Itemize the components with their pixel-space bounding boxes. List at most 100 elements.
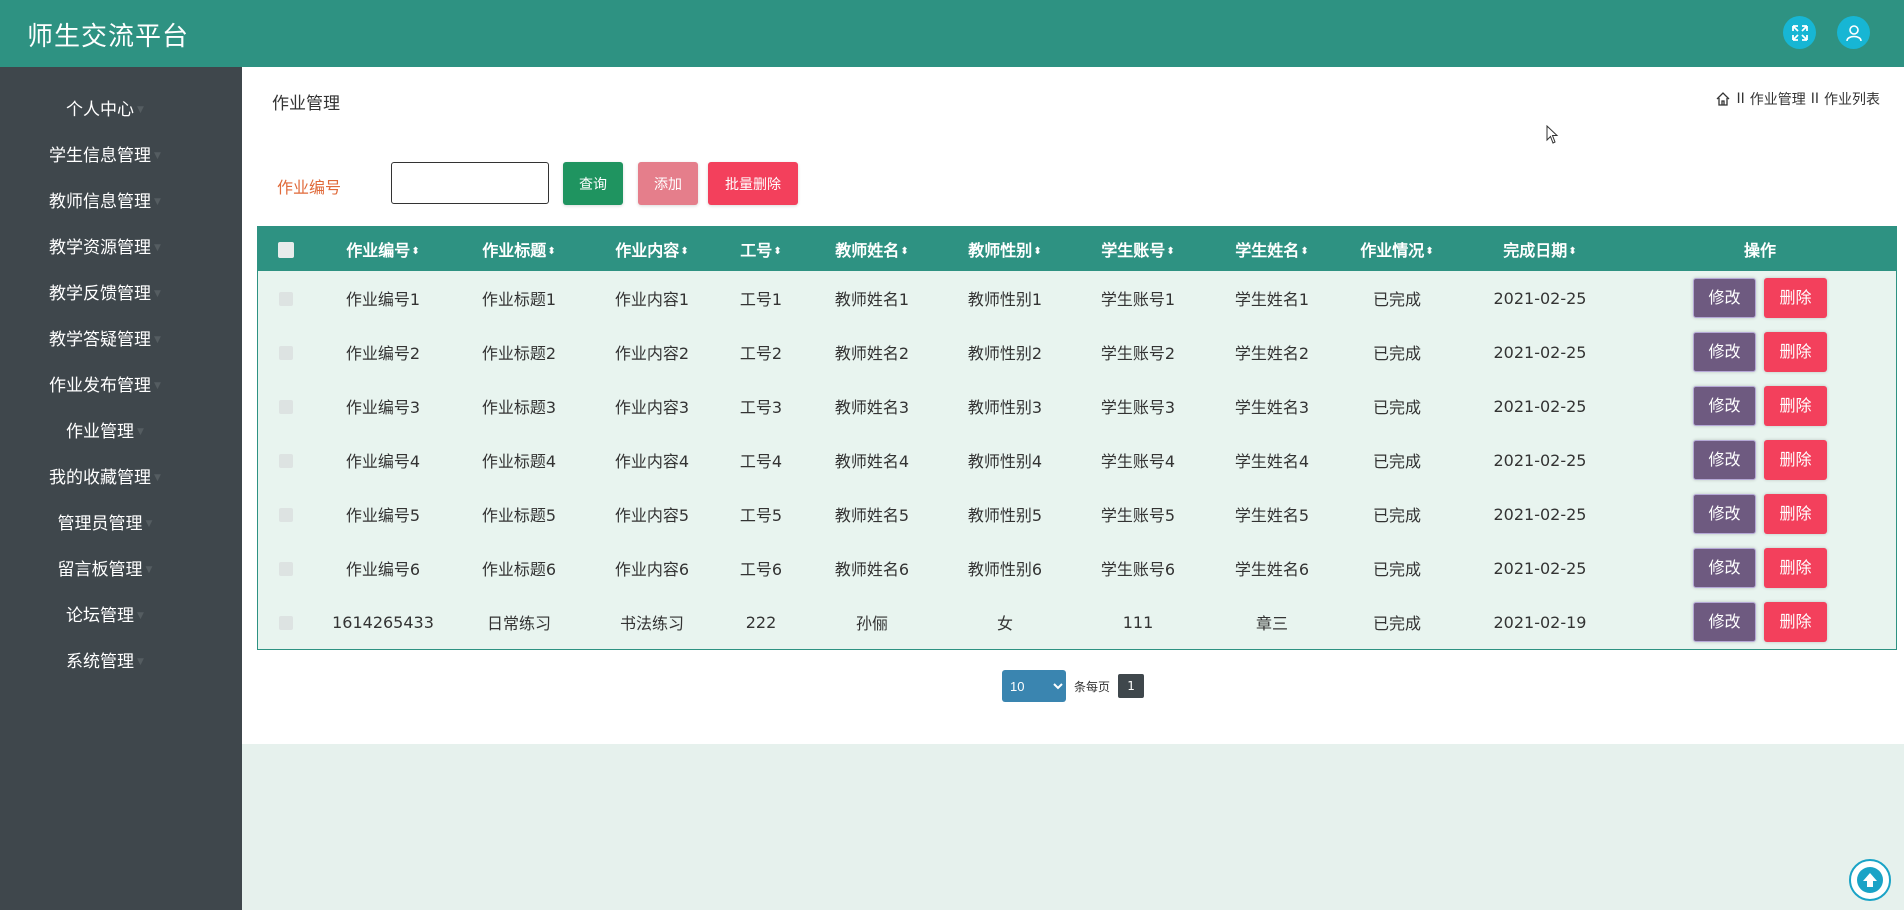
table-cell: 学生姓名2 (1234, 344, 1310, 363)
table-row: 作业编号1 作业标题1 作业内容1 工号1 教师姓名1 教师性别1 学生账号1 学生姓名1 已完… (258, 271, 1896, 325)
sidebar-item-personal-center[interactable]: 个人中心 ▼ (0, 94, 210, 126)
sidebar-item-teaching-resources[interactable]: 教学资源管理 ▼ (0, 232, 210, 264)
table-row: 作业编号4 作业标题4 作业内容4 工号4 教师姓名4 教师性别4 学生账号4 学生姓名4 已完… (258, 433, 1896, 487)
edit-button[interactable]: 修改 (1693, 332, 1756, 372)
table-cell: 已完成 (1372, 560, 1421, 579)
row-checkbox[interactable] (279, 616, 293, 630)
column-header[interactable]: 作业编号⬍ (314, 227, 452, 271)
sidebar-item-teaching-feedback[interactable]: 教学反馈管理 ▼ (0, 278, 210, 310)
row-checkbox[interactable] (279, 562, 293, 576)
table-row: 作业编号3 作业标题3 作业内容3 工号3 教师姓名3 教师性别3 学生账号3 学生姓名3 已完… (258, 379, 1896, 433)
delete-button[interactable]: 删除 (1764, 602, 1827, 642)
query-button[interactable]: 查询 (563, 162, 623, 205)
row-checkbox[interactable] (279, 454, 293, 468)
row-actions-cell: 修改 删除 (1624, 541, 1896, 595)
delete-button[interactable]: 删除 (1764, 386, 1827, 426)
sidebar-item-label: 个人中心 (66, 100, 135, 120)
sidebar-item-teaching-qa[interactable]: 教学答疑管理 ▼ (0, 324, 210, 356)
column-header[interactable]: 教师姓名⬍ (804, 227, 940, 271)
select-all-checkbox[interactable] (278, 242, 294, 258)
row-actions-cell: 修改 删除 (1624, 595, 1896, 649)
home-icon[interactable] (1715, 91, 1731, 107)
sidebar-item-admins[interactable]: 管理员管理 ▼ (0, 508, 210, 540)
chevron-down-icon: ▼ (137, 657, 144, 667)
delete-button[interactable]: 删除 (1764, 332, 1827, 372)
edit-button[interactable]: 修改 (1693, 602, 1756, 642)
chevron-down-icon: ▼ (145, 519, 153, 529)
row-select-cell (258, 541, 314, 595)
row-checkbox[interactable] (279, 400, 293, 414)
row-actions-cell: 修改 删除 (1624, 271, 1896, 325)
column-header[interactable]: 完成日期⬍ (1456, 227, 1624, 271)
table-cell: 2021-02-25 (1493, 558, 1587, 578)
edit-button[interactable]: 修改 (1693, 440, 1756, 480)
table-cell: 学生账号3 (1100, 398, 1176, 417)
table-cell: 2021-02-25 (1493, 450, 1587, 470)
main-content: 作业管理 II 作业管理 II 作业列表 作业编号 查询 添加 批量删除 作业编… (242, 67, 1904, 744)
column-header[interactable]: 作业标题⬍ (452, 227, 586, 271)
row-checkbox[interactable] (279, 292, 293, 306)
table-cell: 工号1 (739, 290, 783, 309)
edit-button[interactable]: 修改 (1693, 278, 1756, 318)
sidebar-item-favorites[interactable]: 我的收藏管理 ▼ (0, 462, 210, 494)
page-number-button[interactable]: 1 (1118, 674, 1145, 698)
scroll-to-top-button[interactable] (1849, 859, 1891, 901)
sidebar-item-homework-publish[interactable]: 作业发布管理 ▼ (0, 370, 210, 402)
delete-button[interactable]: 删除 (1764, 494, 1827, 534)
add-button[interactable]: 添加 (638, 162, 698, 205)
search-input[interactable] (391, 162, 549, 204)
table-cell: 学生账号6 (1100, 560, 1176, 579)
delete-button[interactable]: 删除 (1764, 548, 1827, 588)
expand-icon (1791, 24, 1808, 41)
homework-table: 作业编号⬍ 作业标题⬍ 作业内容⬍ 工号⬍ 教师姓名⬍ 教师性别⬍ 学生账号⬍ … (257, 226, 1897, 650)
row-checkbox[interactable] (279, 346, 293, 360)
app-title: 师生交流平台 (27, 22, 190, 52)
chevron-down-icon: ▼ (154, 197, 161, 207)
edit-button[interactable]: 修改 (1693, 548, 1756, 588)
sort-icon: ⬍ (1033, 246, 1042, 257)
row-select-cell (258, 487, 314, 541)
table-cell: 作业标题3 (481, 398, 557, 417)
table-row: 作业编号5 作业标题5 作业内容5 工号5 教师姓名5 教师性别5 学生账号5 学生姓名5 已完… (258, 487, 1896, 541)
user-button[interactable] (1837, 16, 1870, 49)
sidebar-item-message-board[interactable]: 留言板管理 ▼ (0, 554, 210, 586)
column-header[interactable]: 学生姓名⬍ (1206, 227, 1338, 271)
sidebar: 个人中心 ▼ 学生信息管理 ▼ 教师信息管理 ▼ 教学资源管理 ▼ 教学反馈管理 ▼ 教学… (0, 67, 242, 910)
column-header[interactable]: 教师性别⬍ (940, 227, 1070, 271)
arrow-up-icon (1857, 867, 1883, 893)
column-header[interactable]: 工号⬍ (718, 227, 804, 271)
column-header[interactable]: 作业情况⬍ (1338, 227, 1456, 271)
bulk-delete-button[interactable]: 批量删除 (708, 162, 798, 205)
row-select-cell (258, 433, 314, 487)
column-header[interactable]: 作业内容⬍ (586, 227, 718, 271)
edit-button[interactable]: 修改 (1693, 386, 1756, 426)
table-cell: 2021-02-25 (1493, 288, 1587, 308)
select-all-cell (258, 227, 314, 271)
table-cell: 已完成 (1372, 614, 1421, 633)
table-cell: 已完成 (1372, 506, 1421, 525)
row-checkbox[interactable] (279, 508, 293, 522)
column-header[interactable]: 学生账号⬍ (1070, 227, 1206, 271)
sidebar-item-label: 论坛管理 (66, 606, 135, 626)
page-size-select[interactable]: 10 (1002, 670, 1066, 702)
sidebar-item-system[interactable]: 系统管理 ▼ (0, 646, 210, 678)
table-cell: 2021-02-25 (1493, 396, 1587, 416)
table-cell: 书法练习 (619, 614, 684, 633)
table-cell: 工号5 (739, 506, 783, 525)
delete-button[interactable]: 删除 (1764, 440, 1827, 480)
breadcrumb-parent[interactable]: 作业管理 (1750, 89, 1806, 109)
delete-button[interactable]: 删除 (1764, 278, 1827, 318)
edit-button[interactable]: 修改 (1693, 494, 1756, 534)
row-select-cell (258, 271, 314, 325)
sidebar-item-label: 管理员管理 (57, 514, 143, 534)
sidebar-item-teacher-info[interactable]: 教师信息管理 ▼ (0, 186, 210, 218)
sidebar-item-homework[interactable]: 作业管理 ▼ (0, 416, 210, 448)
sidebar-item-forum[interactable]: 论坛管理 ▼ (0, 600, 210, 632)
table-cell: 教师性别4 (967, 452, 1043, 471)
top-bar: 师生交流平台 (0, 0, 1904, 67)
sidebar-item-label: 留言板管理 (57, 560, 143, 580)
fullscreen-button[interactable] (1783, 16, 1816, 49)
table-cell: 工号3 (739, 398, 783, 417)
sidebar-item-student-info[interactable]: 学生信息管理 ▼ (0, 140, 210, 172)
table-cell: 学生账号5 (1100, 506, 1176, 525)
